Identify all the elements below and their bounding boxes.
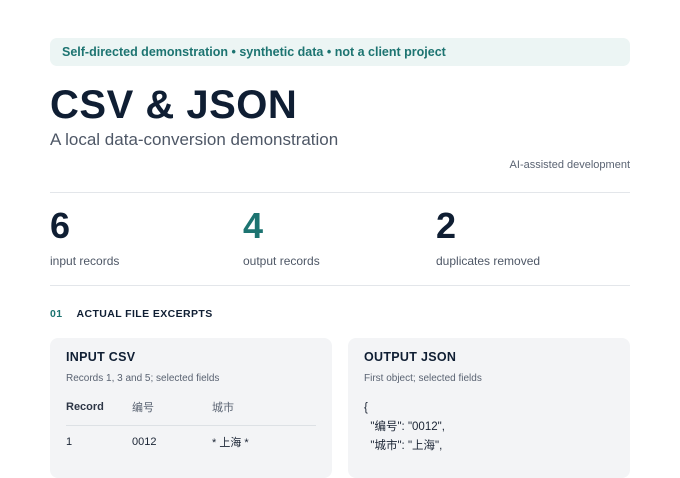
- stat-label: input records: [50, 254, 120, 268]
- stat-input-records: 6 input records: [50, 204, 119, 268]
- column-header: 编号: [132, 399, 212, 426]
- stat-value: 4: [243, 205, 264, 246]
- demo-banner: Self-directed demonstration • synthetic …: [50, 38, 630, 66]
- stat-label: duplicates removed: [436, 254, 541, 268]
- card-title: OUTPUT JSON: [364, 350, 457, 364]
- column-header: 城市: [212, 399, 316, 426]
- card-description: First object; selected fields: [364, 373, 482, 384]
- card-title: INPUT CSV: [66, 350, 136, 364]
- json-line: "城市": "上海",: [364, 440, 443, 452]
- divider: [50, 192, 630, 193]
- stat-label: output records: [243, 254, 320, 268]
- table-cell: * 上海 *: [212, 437, 249, 449]
- page-title: CSV & JSON: [50, 83, 298, 127]
- page-subtitle: A local data-conversion demonstration: [50, 130, 339, 149]
- stat-value: 6: [50, 205, 71, 246]
- card-description: Records 1, 3 and 5; selected fields: [66, 373, 220, 384]
- stat-value: 2: [436, 205, 457, 246]
- stat-duplicates-removed: 2 duplicates removed: [436, 204, 540, 268]
- column-header: Record: [66, 399, 132, 426]
- table-header-row: Record 编号 城市: [66, 399, 316, 426]
- input-csv-card: INPUT CSV Records 1, 3 and 5; selected f…: [50, 338, 332, 478]
- section-index: 01: [50, 308, 63, 320]
- divider: [50, 285, 630, 286]
- json-line: {: [364, 402, 368, 414]
- table-row: 1 0012 * 上海 *: [66, 426, 316, 451]
- section-header: 01 ACTUAL FILE EXCERPTS: [50, 308, 213, 320]
- output-json-card: OUTPUT JSON First object; selected field…: [348, 338, 630, 478]
- json-line: "编号": "0012",: [364, 421, 445, 433]
- table-cell: 1: [66, 436, 73, 448]
- csv-table: Record 编号 城市 1 0012 * 上海 *: [66, 399, 316, 450]
- table-cell: 0012: [132, 436, 157, 448]
- ai-assisted-note: AI-assisted development: [509, 159, 630, 171]
- section-title: ACTUAL FILE EXCERPTS: [76, 308, 213, 320]
- json-excerpt: { "编号": "0012", "城市": "上海",: [364, 399, 614, 456]
- stat-output-records: 4 output records: [243, 204, 320, 268]
